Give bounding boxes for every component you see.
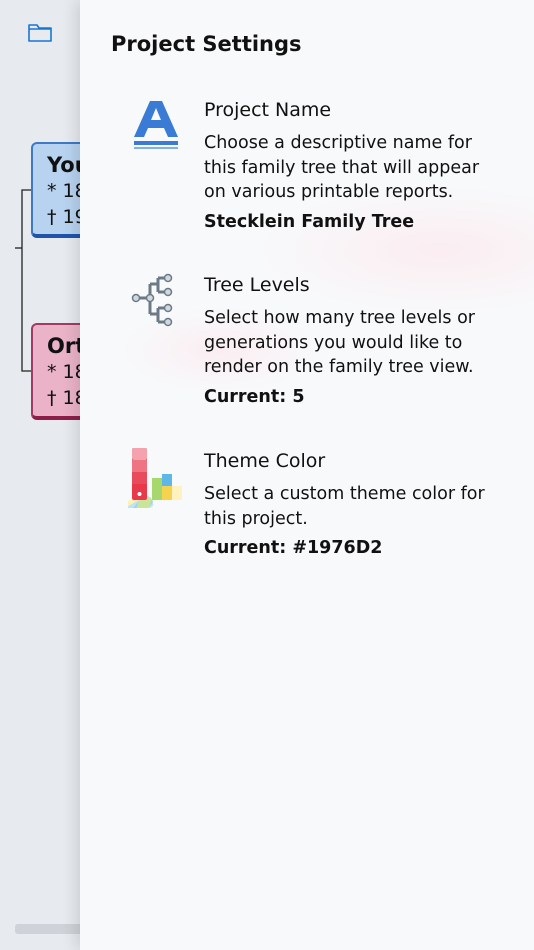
tree-levels-icon [128,272,188,332]
project-settings-panel: Project Settings Project Name Choose a d… [80,0,534,950]
setting-title: Project Name [204,99,332,121]
setting-value: Current: #1976D2 [204,538,383,558]
letter-a-icon [128,97,188,157]
panel-title: Project Settings [111,32,302,56]
setting-description: Select a custom theme color for this pro… [204,484,485,529]
setting-value: Current: 5 [204,386,305,407]
setting-title: Theme Color [204,450,326,472]
setting-title: Tree Levels [204,274,310,296]
color-palette-icon [103,448,188,544]
setting-description: Select how many tree levels or generatio… [204,308,475,377]
setting-description: Choose a descriptive name for this famil… [204,133,480,202]
setting-value: Stecklein Family Tree [204,211,415,232]
